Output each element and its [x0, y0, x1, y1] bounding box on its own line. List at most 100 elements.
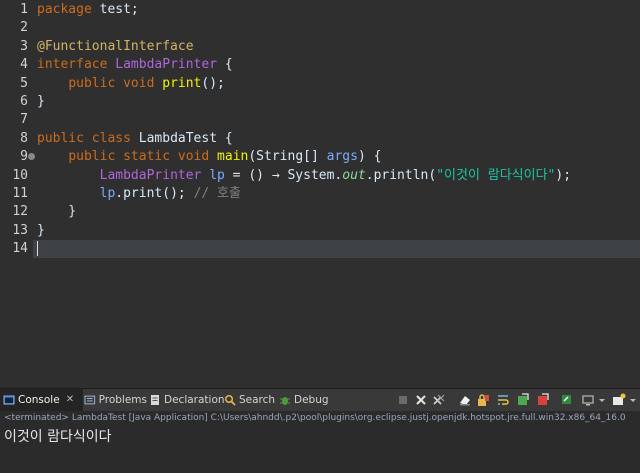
- code-token: args: [326, 149, 358, 165]
- problems-icon: [84, 395, 96, 405]
- current-line-highlight: [33, 240, 640, 258]
- code-token: = () → System.: [224, 167, 343, 183]
- code-token: print: [162, 75, 202, 91]
- console-output-text[interactable]: 이것이 람다식이다: [4, 427, 112, 447]
- debug-icon: [280, 397, 290, 405]
- tab-problems[interactable]: Problems: [81, 389, 147, 411]
- code-token: public: [68, 75, 116, 91]
- code-line[interactable]: @FunctionalInterface: [37, 38, 194, 56]
- view-tab-bar: Console ✕ Problems Declaration Search De…: [0, 389, 640, 411]
- code-token: LambdaPrinter: [99, 167, 202, 183]
- line-number: 12: [12, 204, 28, 220]
- code-token: package: [37, 2, 92, 17]
- code-token: @FunctionalInterface: [37, 38, 194, 54]
- display-selected-console-icon[interactable]: [582, 393, 596, 407]
- line-number: 3: [20, 38, 28, 54]
- code-token: {: [217, 57, 233, 73]
- code-line[interactable]: package test;: [37, 1, 139, 19]
- code-line[interactable]: }: [37, 203, 76, 221]
- code-token: }: [37, 204, 77, 220]
- console-icon: [3, 395, 15, 405]
- code-token: lp: [99, 186, 116, 201]
- code-token: .print();: [115, 186, 194, 201]
- show-on-output-icon[interactable]: [516, 393, 530, 407]
- code-token: }: [37, 94, 45, 109]
- code-token: interface: [37, 57, 108, 73]
- code-token: void: [123, 75, 155, 91]
- code-token: lp: [209, 167, 225, 183]
- code-line[interactable]: }: [37, 222, 45, 240]
- code-token: ) {: [357, 149, 382, 165]
- show-on-error-icon[interactable]: [536, 393, 550, 407]
- code-token: void: [177, 149, 210, 165]
- tab-label: Console: [18, 394, 60, 406]
- tab-label: Declaration: [164, 394, 225, 406]
- tab-label: Debug: [294, 394, 329, 406]
- code-line[interactable]: public void print();: [37, 75, 225, 93]
- code-token: }: [37, 222, 45, 238]
- code-token: // 호출: [193, 186, 241, 201]
- line-number: 7: [20, 112, 28, 128]
- line-number: 13: [12, 222, 28, 238]
- console-panel: Console ✕ Problems Declaration Search De…: [0, 388, 640, 473]
- line-number: 8: [20, 130, 28, 146]
- tab-declaration[interactable]: Declaration: [146, 389, 225, 411]
- code-line[interactable]: interface LambdaPrinter {: [37, 56, 233, 74]
- code-token: public: [37, 130, 84, 146]
- code-token: static: [123, 149, 171, 165]
- line-number: 11: [12, 186, 28, 201]
- tab-label: Search: [239, 394, 276, 406]
- code-token: LambdaTest {: [130, 130, 233, 146]
- code-token: out: [342, 167, 366, 183]
- clear-console-icon[interactable]: [458, 393, 472, 407]
- declaration-icon: [151, 395, 159, 405]
- code-token: ();: [201, 75, 225, 91]
- chevron-down-icon[interactable]: [629, 393, 637, 407]
- tab-debug[interactable]: Debug: [276, 389, 329, 411]
- open-console-icon[interactable]: [612, 393, 626, 407]
- code-token: test;: [91, 2, 139, 17]
- code-line[interactable]: lp.print(); // 호출: [37, 185, 241, 203]
- code-token: LambdaPrinter: [115, 57, 218, 73]
- line-number: 10: [12, 167, 28, 183]
- remove-all-terminated-icon[interactable]: [432, 393, 446, 407]
- search-icon: [224, 394, 236, 406]
- tab-search[interactable]: Search: [221, 389, 276, 411]
- code-line[interactable]: public static void main(String[] args) {: [37, 148, 381, 166]
- line-number: 6: [20, 94, 28, 109]
- fold-collapse-icon[interactable]: [28, 153, 35, 160]
- code-editor[interactable]: 1 2 3 4 5 6 7 8 9 10 11 12 13 14 package test; @Functi…: [0, 0, 640, 388]
- code-line[interactable]: LambdaPrinter lp = () → System.out.print…: [37, 167, 571, 185]
- console-status-line: <terminated> LambdaTest [Java Applicatio…: [4, 413, 626, 423]
- line-number-gutter: 1 2 3 4 5 6 7 8 9 10 11 12 13 14: [0, 0, 33, 388]
- line-number: 5: [20, 75, 28, 91]
- code-line[interactable]: }: [37, 93, 45, 111]
- pin-console-icon[interactable]: [560, 393, 574, 407]
- code-token: public: [68, 149, 116, 165]
- chevron-down-icon[interactable]: [598, 393, 606, 407]
- tab-console[interactable]: Console ✕: [0, 389, 83, 411]
- code-token: (String[]: [248, 149, 327, 165]
- code-token: "이것이 람다식이다": [436, 167, 556, 183]
- code-token: );: [555, 167, 572, 183]
- remove-launch-icon[interactable]: [414, 393, 428, 407]
- tab-label: Problems: [98, 394, 147, 406]
- code-token: .println(: [365, 167, 437, 183]
- close-tab-icon[interactable]: ✕: [66, 389, 74, 411]
- code-token: class: [91, 130, 131, 146]
- scroll-lock-icon[interactable]: [476, 393, 490, 407]
- line-number: 2: [20, 20, 28, 36]
- line-number: 14: [12, 241, 28, 257]
- code-line[interactable]: public class LambdaTest {: [37, 130, 233, 148]
- line-number: 1: [20, 2, 28, 17]
- terminate-icon[interactable]: [396, 393, 410, 407]
- word-wrap-icon[interactable]: [496, 393, 510, 407]
- text-caret: [37, 241, 38, 256]
